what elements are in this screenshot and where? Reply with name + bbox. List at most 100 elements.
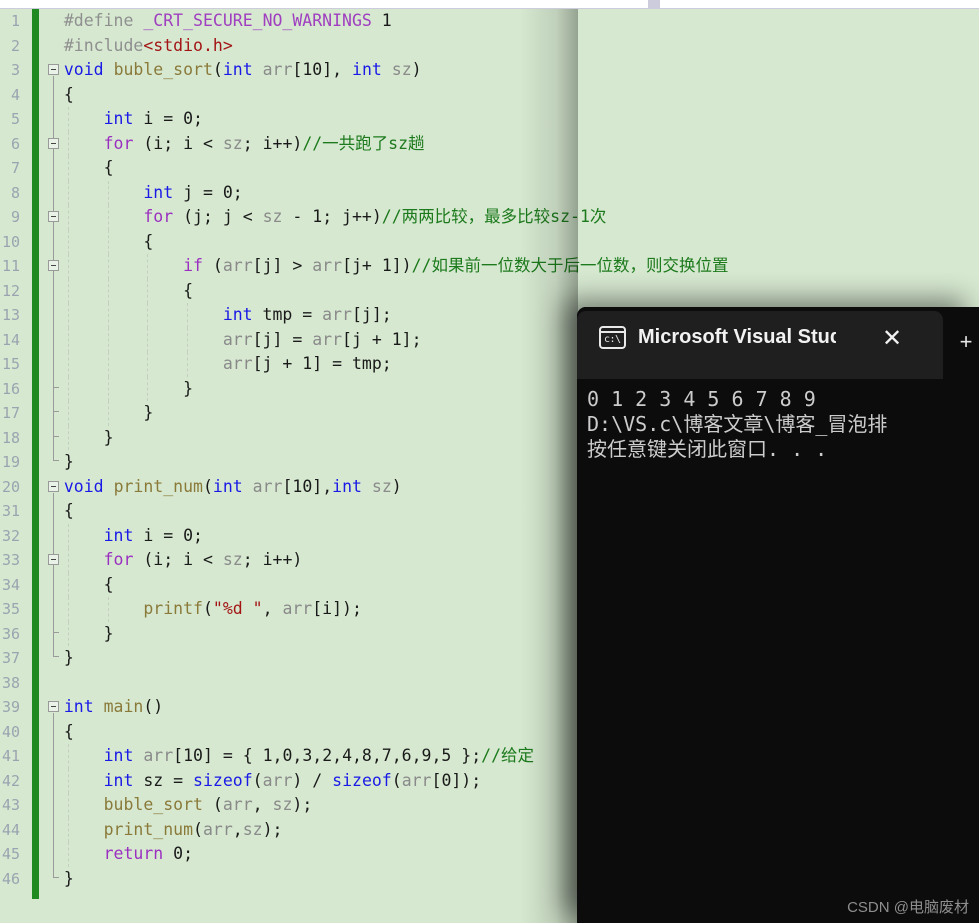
code-token: (j; j < [173, 207, 263, 226]
code-line[interactable]: if (arr[j] > arr[j+ 1])//如果前一位数大于后一位数，则交… [44, 254, 979, 279]
fold-region-end [53, 876, 59, 878]
code-token: ) / [292, 770, 333, 790]
code-token: ; [232, 182, 243, 202]
fold-region-line [53, 566, 54, 632]
code-token: <stdio.h> [143, 35, 233, 55]
code-line[interactable]: for (j; j < sz - 1; j++)//两两比较，最多比较sz-1次 [44, 205, 979, 230]
code-token: buble_sort [103, 795, 203, 814]
code-token: int [212, 476, 243, 496]
code-token: [j + [252, 354, 303, 373]
indent-guide [67, 254, 69, 279]
code-line[interactable]: int j = 0; [44, 181, 979, 206]
code-line[interactable]: int i = 0; [44, 107, 979, 132]
code-token: ) [391, 476, 402, 496]
fold-toggle-icon[interactable] [48, 701, 59, 712]
line-number: 19 [1, 453, 20, 471]
code-token: arr [222, 354, 253, 373]
code-line[interactable]: { [44, 279, 979, 304]
code-line[interactable]: { [44, 230, 979, 255]
editor-tab-secondary[interactable] [660, 0, 979, 8]
fold-toggle-icon[interactable] [48, 64, 59, 75]
new-tab-icon[interactable]: + [953, 329, 979, 355]
code-token: main [103, 697, 144, 716]
code-token: ( [202, 256, 223, 275]
indent-guide [147, 303, 149, 328]
code-token: ] = { [202, 746, 263, 765]
code-token: } [103, 427, 114, 447]
console-tab-content: c:\ Microsoft Visual Studio 调试控 [577, 307, 836, 367]
code-token: ]); [451, 770, 482, 790]
code-token: [j + [342, 329, 392, 349]
csdn-watermark: CSDN @电脑废材 [847, 899, 969, 916]
fold-toggle-icon[interactable] [48, 554, 59, 565]
code-line[interactable]: #define _CRT_SECURE_NO_WARNINGS 1 [44, 9, 979, 34]
code-token: [ [292, 60, 303, 79]
code-token: ], [322, 60, 353, 79]
code-token: //两两比较，最多比较sz-1次 [381, 207, 607, 226]
code-token: , [262, 599, 283, 618]
indent-guide [147, 327, 149, 352]
code-token: 1 [371, 11, 392, 30]
editor-tab-active[interactable] [0, 0, 648, 8]
code-line[interactable]: void buble_sort(int arr[10], int sz) [44, 58, 979, 83]
code-token: sz [222, 133, 243, 153]
line-number: 15 [1, 355, 20, 373]
indent-guide [147, 278, 149, 303]
fold-toggle-icon[interactable] [48, 260, 59, 271]
indent-guide [67, 768, 69, 793]
code-token: int [103, 525, 134, 545]
indent-guide [67, 425, 69, 450]
indent-guide [67, 205, 69, 230]
code-line[interactable]: { [44, 83, 979, 108]
code-token: 1,0,3,2,4,8,7,6,9,5 [262, 746, 452, 765]
code-token: arr [252, 476, 283, 496]
code-token: ); [262, 819, 283, 839]
code-token: ], [312, 476, 333, 496]
code-token: sz [272, 795, 293, 814]
line-number: 46 [1, 869, 20, 888]
code-line[interactable]: #include<stdio.h> [44, 34, 979, 59]
code-token: 1 [312, 207, 323, 226]
code-token: int [352, 60, 382, 79]
code-token: }; [451, 746, 482, 765]
indent-guide [67, 327, 69, 352]
code-token: ( [193, 819, 203, 839]
line-number: 13 [1, 306, 20, 324]
fold-toggle-icon[interactable] [48, 480, 59, 492]
indent-guide [107, 597, 109, 622]
code-token: int [222, 305, 253, 324]
indent-guide [67, 401, 69, 426]
console-output[interactable]: 0 1 2 3 4 5 6 7 8 9 D:\VS.c\博客文章\博客_冒泡排 按任… [577, 379, 979, 923]
line-number: 18 [1, 428, 20, 447]
code-token: arr [222, 795, 253, 814]
console-window[interactable]: c:\ Microsoft Visual Studio 调试控 ✕ + 0 1 … [577, 307, 979, 923]
fold-toggle-icon[interactable] [48, 137, 59, 149]
code-token: , [232, 819, 243, 839]
code-line[interactable]: for (i; i < sz; i++)//一共跑了sz趟 [44, 132, 979, 157]
change-indicator-bar [32, 9, 39, 899]
line-number: 10 [1, 232, 20, 251]
code-token: (i; i < [133, 133, 223, 153]
indent-guide [107, 303, 109, 328]
close-icon[interactable]: ✕ [877, 324, 907, 354]
code-token: 0 [183, 109, 194, 128]
code-token: tmp = [252, 305, 323, 324]
indent-guide [67, 229, 69, 254]
console-title-bar[interactable]: c:\ Microsoft Visual Studio 调试控 ✕ + [577, 307, 979, 379]
fold-region-end [53, 631, 59, 633]
code-token: arr [262, 770, 293, 790]
code-line[interactable]: { [44, 156, 979, 181]
fold-toggle-icon[interactable] [48, 211, 59, 222]
code-token: 10 [292, 476, 313, 496]
code-token: ; i++) [242, 550, 303, 569]
indent-guide [67, 548, 69, 573]
code-token: { [63, 721, 74, 741]
fold-region-end [53, 460, 59, 461]
line-number: 14 [1, 330, 20, 349]
code-token: } [183, 378, 194, 398]
command-prompt-icon: c:\ [599, 325, 626, 349]
screenshot-root: 1 2 3 4 5 6 7 8 9 10 11 12 13 14 15 16 17 18 19 20 31 32 33 34 3… [0, 0, 979, 923]
indent-guide [67, 303, 69, 328]
line-number: 44 [1, 820, 20, 839]
